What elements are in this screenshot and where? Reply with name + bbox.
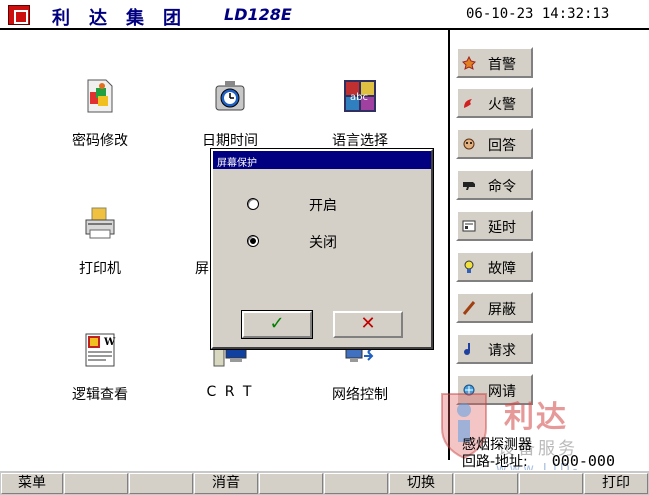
ok-button[interactable]: ✓ — [241, 310, 313, 339]
logic-doc-icon: W — [82, 332, 118, 368]
model-name: LD128E — [224, 5, 292, 24]
app-password-change[interactable]: 密码修改 — [45, 78, 155, 168]
app-label: 日期时间 — [202, 133, 258, 149]
button-label: 故障 — [488, 261, 516, 277]
language-icon: abc — [342, 78, 378, 114]
clock-icon — [212, 78, 248, 114]
address-value: 000-000 — [551, 452, 615, 470]
fault-icon — [464, 260, 474, 273]
function-key-8[interactable] — [454, 473, 518, 494]
function-key-3[interactable] — [129, 473, 193, 494]
function-key-6[interactable] — [324, 473, 388, 494]
button-label: 消音 — [212, 475, 240, 491]
app-label: 打印机 — [79, 261, 121, 277]
datetime-display: 06-10-23 14:32:13 — [466, 6, 610, 22]
button-label: 打印 — [602, 475, 630, 491]
button-label: 请求 — [488, 343, 516, 359]
printer-icon — [82, 206, 118, 242]
app-logic-view[interactable]: W 逻辑查看 — [45, 332, 155, 422]
check-icon: ✓ — [269, 313, 285, 334]
fire-alarm-button[interactable]: 火警 — [456, 87, 533, 118]
print-button[interactable]: 打印 — [584, 473, 648, 494]
first-alarm-button[interactable]: 首警 — [456, 47, 533, 78]
address-line: 回路-地址: 000-000 — [462, 451, 615, 471]
title-bar: 利达集团 LD128E 06-10-23 14:32:13 — [0, 0, 649, 30]
delay-icon — [462, 220, 476, 232]
button-label: 网请 — [488, 384, 516, 400]
app-label: 语言选择 — [332, 133, 388, 149]
shield-icon — [462, 301, 476, 315]
button-label: 火警 — [488, 97, 516, 113]
button-label: 命令 — [488, 179, 516, 195]
button-label: 回答 — [488, 138, 516, 154]
menu-button[interactable]: 菜单 — [1, 473, 63, 494]
command-icon — [463, 182, 475, 190]
app-label: C R T — [206, 384, 254, 400]
address-label: 回路-地址: — [462, 454, 528, 470]
app-label: 网络控制 — [332, 387, 388, 403]
function-key-5[interactable] — [259, 473, 323, 494]
network-request-button[interactable]: 网请 — [456, 374, 533, 405]
button-label: 切换 — [407, 475, 435, 491]
answer-button[interactable]: 回答 — [456, 128, 533, 159]
app-printer[interactable]: 打印机 — [45, 206, 155, 296]
request-button[interactable]: 请求 — [456, 333, 533, 364]
right-status-panel: 首警 火警 回答 命令 延时 故障 屏蔽 请求 网请 — [448, 30, 649, 460]
radio-off[interactable] — [247, 235, 259, 247]
first-alarm-icon — [462, 56, 476, 70]
dialog-title: 屏幕保护 — [213, 151, 431, 169]
button-label: 延时 — [488, 220, 516, 236]
brand-name: 利达集团 — [52, 8, 200, 29]
company-logo-icon — [8, 5, 30, 25]
command-button[interactable]: 命令 — [456, 169, 533, 200]
bottom-function-bar: 菜单 消音 切换 打印 — [0, 470, 649, 495]
function-key-2[interactable] — [64, 473, 128, 494]
mute-button[interactable]: 消音 — [194, 473, 258, 494]
svg-text:W: W — [103, 337, 116, 348]
option-off-label: 关闭 — [309, 235, 337, 251]
answer-icon — [463, 138, 475, 150]
shield-button[interactable]: 屏蔽 — [456, 292, 533, 323]
radio-on[interactable] — [247, 198, 259, 210]
button-label: 菜单 — [18, 475, 46, 491]
app-label: 逻辑查看 — [72, 387, 128, 403]
button-label: 首警 — [488, 57, 516, 73]
svg-text:abc: abc — [350, 92, 368, 103]
network-request-icon — [463, 384, 475, 396]
delay-button[interactable]: 延时 — [456, 210, 533, 241]
close-icon: ✕ — [360, 313, 376, 334]
fault-button[interactable]: 故障 — [456, 251, 533, 282]
screen-saver-dialog: 屏幕保护 开启 关闭 ✓ ✕ — [210, 148, 434, 350]
option-on-label: 开启 — [309, 198, 337, 214]
fire-alarm-icon — [464, 99, 472, 108]
app-label: 密码修改 — [72, 133, 128, 149]
request-icon — [464, 343, 470, 355]
switch-button[interactable]: 切换 — [389, 473, 453, 494]
button-label: 屏蔽 — [488, 302, 516, 318]
password-icon — [82, 78, 118, 114]
cancel-button[interactable]: ✕ — [333, 311, 403, 338]
function-key-9[interactable] — [519, 473, 583, 494]
